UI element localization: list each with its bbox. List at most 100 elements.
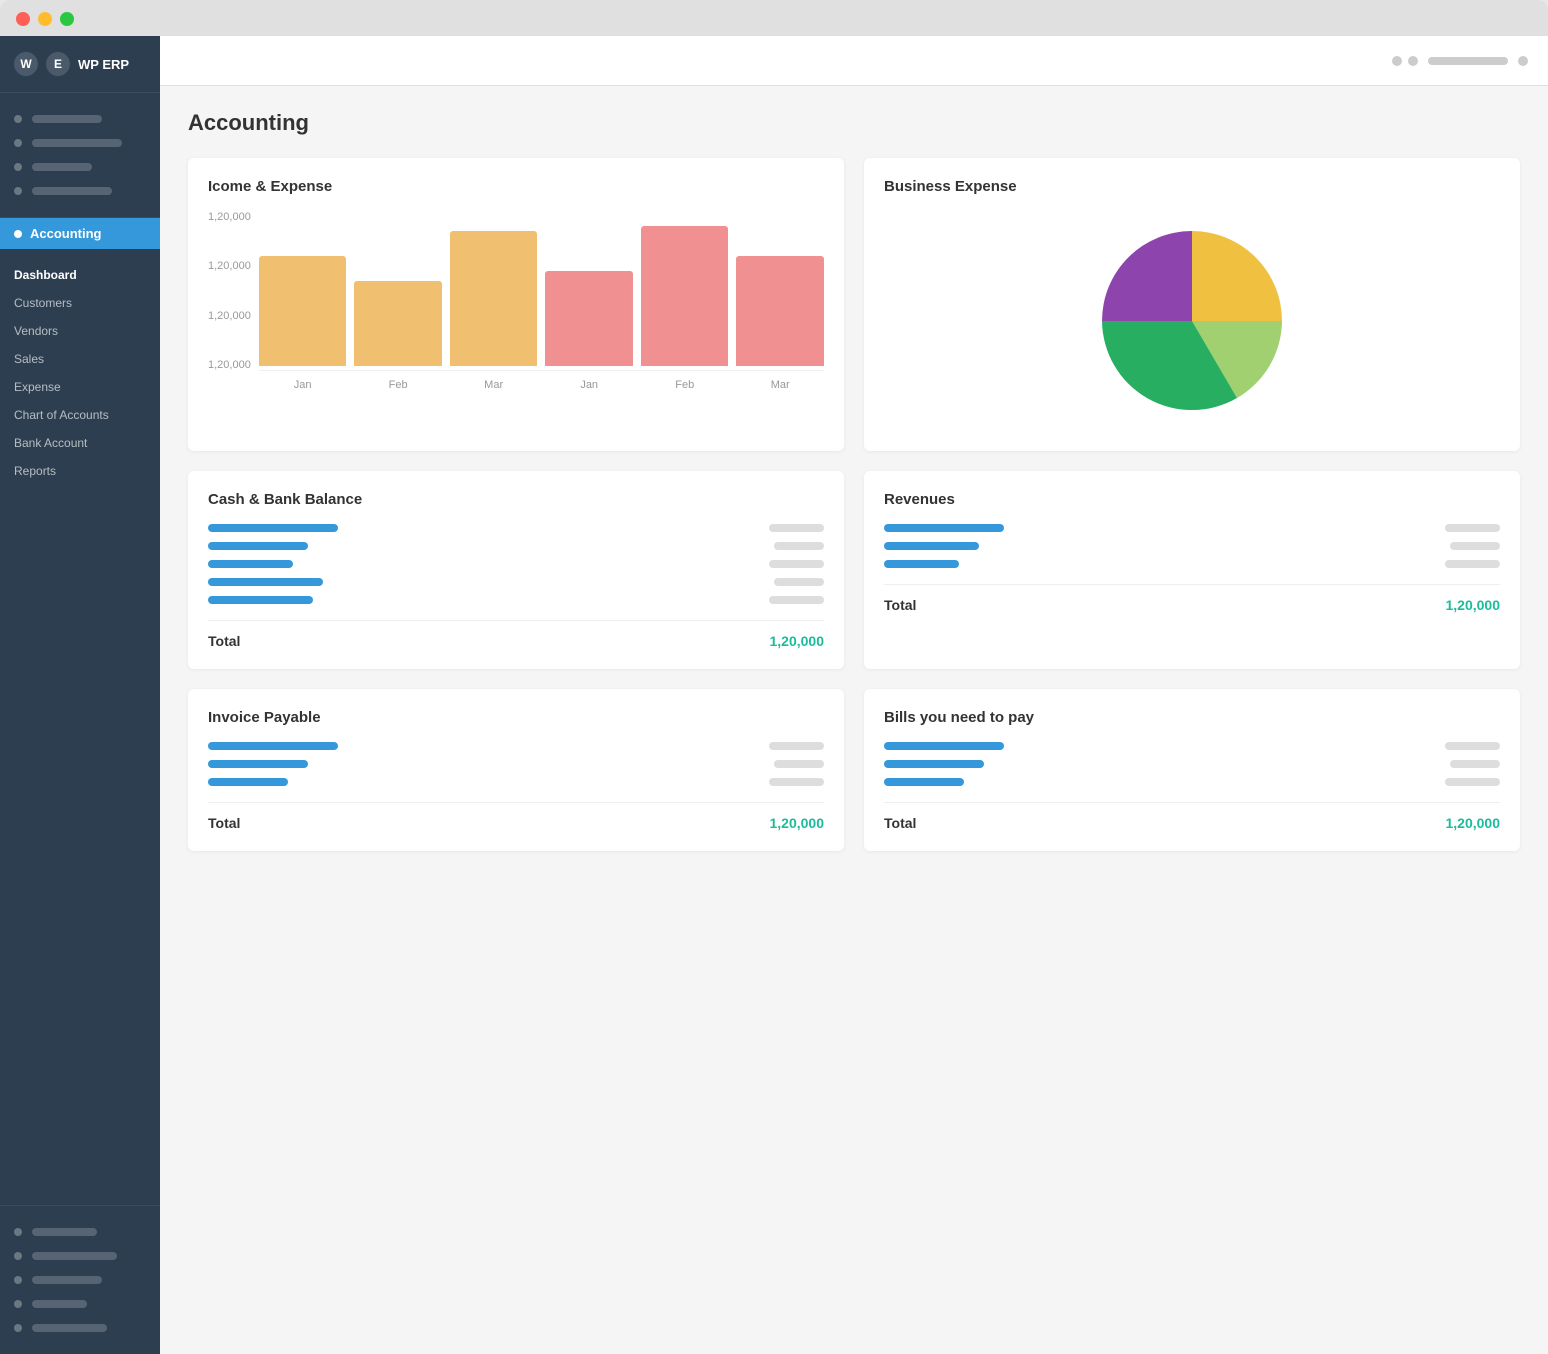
cash-bank-bar-right-2 <box>774 542 824 550</box>
window-buttons <box>16 12 1532 26</box>
cash-bank-total-row: Total 1,20,000 <box>208 620 824 649</box>
bills-row-1 <box>884 742 1500 750</box>
revenues-bar-left-1 <box>884 524 1004 532</box>
sidebar-item-expense[interactable]: Expense <box>0 373 160 401</box>
cash-bank-right-1 <box>724 524 824 532</box>
sidebar: W E WP ERP Accounting <box>0 36 160 1354</box>
bar-feb-income <box>354 281 442 366</box>
bar-group-jan-expense <box>545 271 633 366</box>
y-labels: 1,20,000 1,20,000 1,20,000 1,20,000 <box>208 211 259 371</box>
invoice-bar-left-2 <box>208 760 308 768</box>
revenues-total-label: Total <box>884 597 916 613</box>
cash-bank-right-5 <box>724 596 824 604</box>
invoice-right-3 <box>724 778 824 786</box>
invoice-row-3 <box>208 778 824 786</box>
income-expense-title: Icome & Expense <box>208 178 824 195</box>
cash-bank-right-3 <box>724 560 824 568</box>
cash-bank-row-3 <box>208 560 824 568</box>
sidebar-item-vendors[interactable]: Vendors <box>0 317 160 345</box>
sidebar-item-sales[interactable]: Sales <box>0 345 160 373</box>
topbar-bar <box>1428 57 1508 65</box>
bar-label-mar2: Mar <box>736 379 824 391</box>
cash-bank-total-value: 1,20,000 <box>770 633 825 649</box>
revenues-row-2 <box>884 542 1500 550</box>
sidebar-item-bank-account[interactable]: Bank Account <box>0 429 160 457</box>
nav-dot <box>14 187 22 195</box>
revenues-total-value: 1,20,000 <box>1446 597 1501 613</box>
sidebar-item-customers[interactable]: Customers <box>0 289 160 317</box>
content-area: Accounting Icome & Expense 1,20,000 1,20… <box>160 86 1548 1354</box>
cash-bank-row-4 <box>208 578 824 586</box>
minimize-button[interactable] <box>38 12 52 26</box>
revenues-card: Revenues <box>864 471 1520 669</box>
cash-bank-total-label: Total <box>208 633 240 649</box>
revenues-bar-right-1 <box>1445 524 1500 532</box>
bar-group-feb-income <box>354 281 442 366</box>
nav-line <box>32 115 102 123</box>
sidebar-placeholder-2 <box>0 131 160 155</box>
sidebar-nav: Dashboard Customers Vendors Sales Expens… <box>0 253 160 493</box>
bills-bar-left-2 <box>884 760 984 768</box>
cash-bank-bar-right-3 <box>769 560 824 568</box>
y-label-2: 1,20,000 <box>208 310 251 322</box>
invoice-payable-title: Invoice Payable <box>208 709 824 726</box>
nav-dot <box>14 115 22 123</box>
cash-bank-bar-right-4 <box>774 578 824 586</box>
bar-feb-expense <box>641 226 729 366</box>
sidebar-top-section <box>0 93 160 218</box>
cash-bank-right-4 <box>724 578 824 586</box>
cash-bank-bar-left-2 <box>208 542 308 550</box>
maximize-button[interactable] <box>60 12 74 26</box>
bar-jan-income <box>259 256 347 366</box>
bar-group-mar-income <box>450 231 538 366</box>
nav-dot <box>14 1252 22 1260</box>
bills-bar-left-1 <box>884 742 1004 750</box>
topbar-dot-1 <box>1392 56 1402 66</box>
bars-container <box>259 211 824 371</box>
sidebar-placeholder-b2 <box>0 1244 160 1268</box>
invoice-right-1 <box>724 742 824 750</box>
cash-bank-row-5 <box>208 596 824 604</box>
revenues-right-2 <box>1400 542 1500 550</box>
cash-bank-title: Cash & Bank Balance <box>208 491 824 508</box>
invoice-bar-right-3 <box>769 778 824 786</box>
sidebar-bottom-section <box>0 1205 160 1354</box>
bar-label-jan1: Jan <box>259 379 347 391</box>
sidebar-item-dashboard[interactable]: Dashboard <box>0 261 160 289</box>
sidebar-placeholder-1 <box>0 107 160 131</box>
invoice-payable-card: Invoice Payable <box>188 689 844 851</box>
revenues-title: Revenues <box>884 491 1500 508</box>
sidebar-placeholder-b1 <box>0 1220 160 1244</box>
cash-bank-row-1 <box>208 524 824 532</box>
bar-jan-expense <box>545 271 633 366</box>
cash-bank-bar-right-1 <box>769 524 824 532</box>
bar-label-jan2: Jan <box>545 379 633 391</box>
sidebar-active-module[interactable]: Accounting <box>0 218 160 249</box>
revenues-total-row: Total 1,20,000 <box>884 584 1500 613</box>
close-button[interactable] <box>16 12 30 26</box>
bar-label-feb2: Feb <box>641 379 729 391</box>
cash-bank-right-2 <box>724 542 824 550</box>
bills-right-2 <box>1400 760 1500 768</box>
bar-mar-expense <box>736 256 824 366</box>
bar-labels-row: Jan Feb Mar Jan Feb Mar <box>259 379 824 391</box>
bar-chart-wrapper: 1,20,000 1,20,000 1,20,000 1,20,000 <box>208 211 824 391</box>
revenues-bar-right-2 <box>1450 542 1500 550</box>
topbar-dot-2 <box>1408 56 1418 66</box>
sidebar-item-chart-of-accounts[interactable]: Chart of Accounts <box>0 401 160 429</box>
bills-bar-right-3 <box>1445 778 1500 786</box>
app-container: W E WP ERP Accounting <box>0 36 1548 1354</box>
sidebar-placeholder-4 <box>0 179 160 203</box>
y-label-1: 1,20,000 <box>208 359 251 371</box>
invoice-bar-left-3 <box>208 778 288 786</box>
sidebar-placeholder-b4 <box>0 1292 160 1316</box>
sidebar-placeholder-b3 <box>0 1268 160 1292</box>
active-dot <box>14 230 22 238</box>
income-expense-card: Icome & Expense 1,20,000 1,20,000 1,20,0… <box>188 158 844 451</box>
bills-bar-right-1 <box>1445 742 1500 750</box>
nav-dot <box>14 1276 22 1284</box>
bar-group-feb-expense <box>641 226 729 366</box>
cash-bank-bar-right-5 <box>769 596 824 604</box>
sidebar-item-reports[interactable]: Reports <box>0 457 160 485</box>
invoice-bar-right-1 <box>769 742 824 750</box>
